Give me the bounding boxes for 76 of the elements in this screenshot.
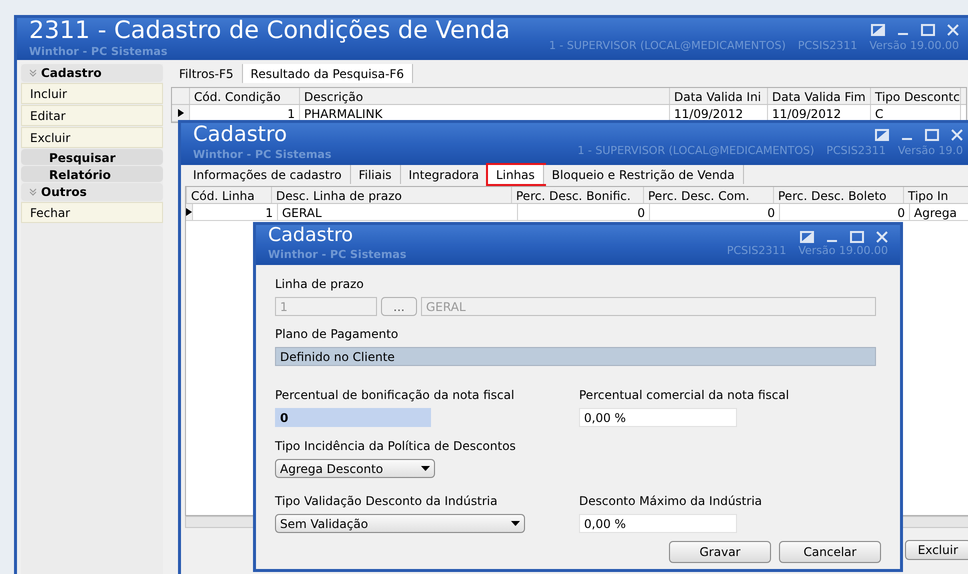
field-label: Percentual de bonificação da nota fiscal — [275, 387, 516, 404]
status-text: 1 - SUPERVISOR (LOCAL@MEDICAMENTOS) — [577, 142, 814, 158]
row-pointer-icon — [186, 208, 192, 216]
maximize-icon[interactable] — [925, 129, 939, 141]
maximize-icon[interactable] — [921, 24, 935, 36]
sidebar-item[interactable]: Excluir — [21, 127, 163, 148]
window-subtitle: Winthor - PC Sistemas — [268, 247, 406, 264]
table-cell: 0 — [780, 204, 910, 220]
collapse-chevron-icon — [29, 188, 37, 196]
maximize-icon[interactable] — [850, 231, 864, 243]
dialog-button[interactable]: Gravar — [669, 541, 771, 563]
column-header: Data Valida Ini — [670, 88, 768, 104]
collapse-chevron-icon — [29, 69, 37, 77]
field-label: Tipo Validação Desconto da Indústria — [275, 493, 498, 510]
sidebar-section[interactable]: Relatório — [21, 166, 163, 182]
lookup-button[interactable]: ... — [381, 297, 417, 316]
table-cell: 1 — [193, 204, 278, 220]
table-cell: GERAL — [278, 204, 518, 220]
status-text: Versão 19.0 — [898, 142, 963, 158]
field-label: Percentual comercial da nota fiscal — [579, 387, 790, 404]
status-text: Versão 19.00.00 — [869, 38, 959, 54]
status-text: 1 - SUPERVISOR (LOCAL@MEDICAMENTOS) — [548, 38, 786, 54]
status-text: Versão 19.00.00 — [798, 243, 888, 259]
bonus-percent-field[interactable]: 0 — [275, 408, 431, 427]
row-pointer-icon — [178, 109, 184, 117]
column-header: Data Valida Fim — [768, 88, 871, 104]
sidebar-item[interactable]: Incluir — [21, 83, 163, 104]
restore-icon[interactable] — [800, 231, 814, 243]
window-title: Cadastro — [268, 226, 354, 246]
dialog-button[interactable]: Excluir — [904, 540, 968, 560]
dropdown[interactable]: Sem Validação — [275, 514, 525, 533]
dropdown-arrow-icon — [421, 466, 430, 471]
sidebar-section[interactable]: Pesquisar — [21, 149, 163, 165]
sidebar-item[interactable]: Editar — [21, 105, 163, 126]
field-label: Plano de Pagamento — [275, 326, 400, 343]
close-icon[interactable] — [951, 129, 963, 141]
column-header: Tipo In — [904, 187, 968, 203]
sidebar-group-header[interactable]: Cadastro — [21, 64, 163, 82]
dialog-button[interactable]: Cancelar — [779, 541, 881, 563]
column-header: Perc. Desc. Com. — [644, 187, 774, 203]
field-label: Tipo Incidência da Política de Descontos — [275, 438, 517, 455]
column-header: Descrição — [300, 88, 670, 104]
restore-icon[interactable] — [871, 24, 885, 36]
column-header: Perc. Desc. Boleto — [774, 187, 904, 203]
close-icon[interactable] — [876, 231, 888, 243]
window-subtitle: Winthor - PC Sistemas — [29, 44, 168, 60]
window-subtitle: Winthor - PC Sistemas — [193, 147, 332, 164]
status-text: PCSIS2311 — [826, 142, 886, 158]
payment-plan-field[interactable]: Definido no Cliente — [275, 347, 876, 366]
status-text: PCSIS2311 — [798, 38, 858, 54]
field-label: Desconto Máximo da Indústria — [579, 493, 762, 510]
window-title: 2311 - Cadastro de Condições de Venda — [29, 18, 510, 42]
window-title: Cadastro — [193, 124, 288, 146]
sidebar-group-label: Cadastro — [41, 65, 102, 82]
column-header: Desc. Linha de prazo — [272, 187, 512, 203]
dropdown-arrow-icon — [511, 521, 520, 526]
dropdown[interactable]: Agrega Desconto — [275, 459, 435, 478]
column-header: Tipo Descontc — [871, 88, 961, 104]
tab[interactable]: Linhas — [488, 165, 544, 184]
restore-icon[interactable] — [875, 129, 889, 141]
max-discount-field[interactable]: 0,00 % — [579, 514, 737, 533]
column-header: Perc. Desc. Bonific. — [512, 187, 644, 203]
close-icon[interactable] — [947, 24, 959, 36]
commercial-percent-field[interactable]: 0,00 % — [579, 408, 737, 427]
sidebar-group-header[interactable]: Outros — [21, 183, 163, 201]
sidebar-item[interactable]: Fechar — [21, 202, 163, 223]
tab[interactable]: Resultado da Pesquisa-F6 — [242, 64, 414, 83]
status-text: PCSIS2311 — [726, 243, 786, 259]
table-cell: 0 — [650, 204, 780, 220]
sidebar-group-label: Outros — [41, 184, 87, 201]
column-header: Cód. Condição — [190, 88, 300, 104]
table-cell: Agrega — [910, 204, 968, 220]
tab[interactable]: Bloqueio e Restrição de Venda — [544, 165, 744, 184]
column-header: Cód. Linha — [187, 187, 272, 203]
field-label: Linha de prazo — [275, 276, 365, 293]
table-cell: 0 — [518, 204, 650, 220]
